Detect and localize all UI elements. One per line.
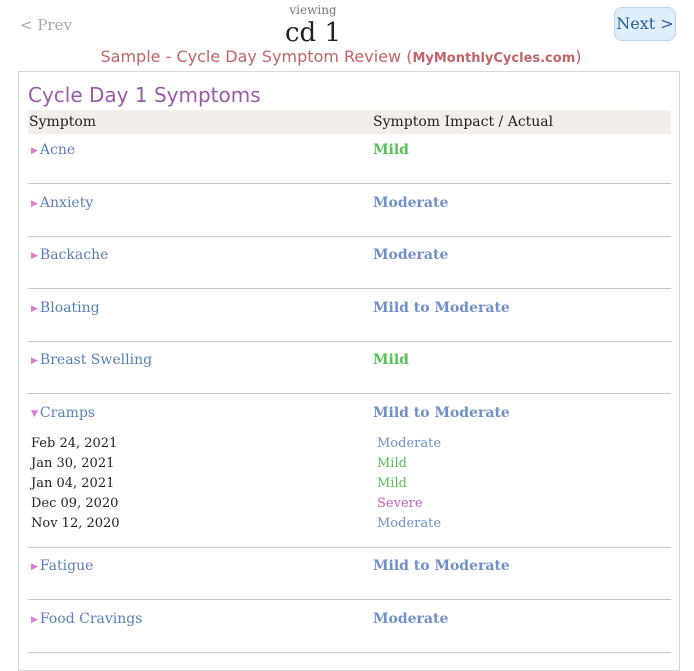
symptom-row-bloating[interactable]: ▶ Bloating [31, 300, 100, 316]
subtitle-text: Sample - Cycle Day Symptom Review ( [100, 47, 413, 66]
symptom-impact: Mild [373, 142, 409, 158]
site-name: MyMonthlyCycles.com [412, 51, 576, 66]
symptom-name: Food Cravings [39, 610, 143, 627]
history-value: Mild [377, 475, 407, 491]
history-value: Severe [377, 495, 423, 511]
symptom-row-acne[interactable]: ▶ Acne [31, 142, 75, 158]
symptom-row-food-cravings[interactable]: ▶ Food Cravings [31, 611, 142, 627]
row-divider [28, 546, 671, 548]
symptom-impact: Moderate [373, 194, 449, 211]
history-value: Moderate [377, 435, 442, 451]
symptom-impact: Mild to Moderate [373, 299, 510, 316]
row-divider [28, 288, 671, 289]
caret-right-icon: ▶ [31, 198, 38, 209]
column-header-impact: Symptom Impact / Actual [373, 114, 554, 130]
symptom-name: Breast Swelling [39, 352, 153, 368]
caret-right-icon: ▶ [31, 614, 38, 625]
row-divider [28, 183, 671, 184]
symptom-row-backache[interactable]: ▶ Backache [31, 247, 108, 263]
row-divider [28, 393, 671, 394]
symptom-impact: Mild to Moderate [373, 404, 510, 421]
caret-right-icon: ▶ [31, 251, 38, 261]
viewing-label: viewing [289, 3, 337, 17]
symptom-row-fatigue[interactable]: ▶ Fatigue [31, 558, 93, 574]
symptom-name: Backache [39, 247, 109, 263]
panel-title: Cycle Day 1 Symptoms [28, 83, 261, 107]
symptom-name: Bloating [39, 299, 100, 316]
caret-right-icon: ▶ [31, 303, 38, 314]
cycle-day-heading: cd 1 [284, 18, 341, 48]
caret-right-icon: ▶ [31, 356, 38, 366]
symptom-impact: Moderate [373, 610, 449, 627]
subtitle-close: ) [575, 47, 582, 66]
symptoms-panel: Cycle Day 1 Symptoms Symptom Symptom Imp… [18, 71, 680, 671]
page-subtitle: Sample - Cycle Day Symptom Review (MyMon… [0, 47, 682, 66]
symptom-name: Acne [39, 142, 76, 158]
caret-down-icon: ▼ [31, 408, 38, 419]
history-date: Nov 12, 2020 [31, 515, 120, 531]
row-divider [28, 599, 671, 600]
column-header-symptom: Symptom [29, 114, 97, 130]
caret-right-icon: ▶ [31, 146, 38, 156]
history-date: Jan 30, 2021 [31, 455, 115, 471]
table-header: Symptom Symptom Impact / Actual [28, 110, 671, 134]
symptom-name: Anxiety [39, 194, 94, 211]
row-divider [28, 651, 671, 653]
symptom-row-cramps[interactable]: ▼ Cramps [31, 405, 95, 421]
history-value: Moderate [377, 515, 442, 531]
symptom-impact: Moderate [373, 247, 449, 263]
symptom-row-anxiety[interactable]: ▶ Anxiety [31, 195, 93, 211]
row-divider [28, 340, 671, 342]
caret-right-icon: ▶ [31, 562, 38, 572]
row-divider [28, 235, 671, 237]
history-date: Feb 24, 2021 [31, 435, 118, 451]
symptom-row-breast-swelling[interactable]: ▶ Breast Swelling [31, 352, 152, 368]
history-date: Dec 09, 2020 [31, 495, 119, 511]
history-value: Mild [377, 455, 407, 471]
symptom-name: Cramps [39, 404, 96, 421]
symptom-name: Fatigue [39, 558, 94, 574]
symptom-impact: Mild [373, 352, 409, 368]
history-date: Jan 04, 2021 [31, 475, 115, 491]
symptom-impact: Mild to Moderate [373, 558, 510, 574]
next-button[interactable]: Next > [614, 7, 676, 41]
